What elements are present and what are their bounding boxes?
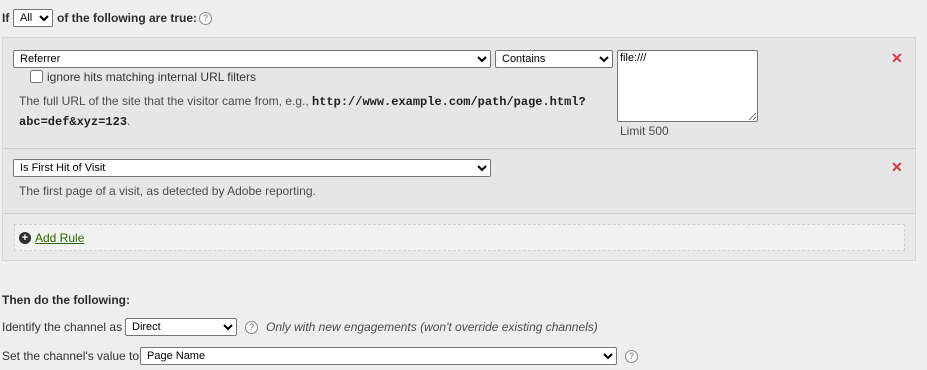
rule-first-hit: Is First Hit of Visit The first page of …: [3, 149, 915, 214]
description-period: .: [127, 114, 131, 128]
help-icon[interactable]: ?: [625, 350, 638, 363]
channel-note: Only with new engagements (won't overrid…: [266, 320, 598, 334]
help-icon[interactable]: ?: [245, 321, 258, 334]
rule-field-select[interactable]: Is First Hit of Visit: [13, 159, 491, 177]
example-url-line2: abc=def&xyz=123: [19, 115, 128, 129]
rule-description: The full URL of the site that the visito…: [19, 92, 619, 132]
rule-value-textarea[interactable]: file:///: [617, 50, 758, 122]
if-label: If: [2, 11, 10, 25]
plus-circle-icon[interactable]: +: [19, 232, 31, 244]
value-label: Set the channel's value to: [2, 349, 140, 363]
rules-container: Referrer Contains file:/// Limit 500 ign…: [2, 37, 916, 261]
rule-description: The first page of a visit, as detected b…: [19, 184, 316, 198]
help-icon[interactable]: ?: [199, 12, 212, 25]
rule-operator-select[interactable]: Contains: [495, 50, 613, 68]
condition-suffix: of the following are true:: [57, 11, 197, 25]
delete-rule-icon[interactable]: ✕: [891, 160, 903, 174]
add-rule-link[interactable]: Add Rule: [35, 231, 84, 245]
rule-description-text: The full URL of the site that the visito…: [19, 94, 309, 108]
delete-rule-icon[interactable]: ✕: [891, 51, 903, 65]
channel-label: Identify the channel as: [2, 320, 123, 334]
value-limit-label: Limit 500: [620, 124, 669, 138]
ignore-internal-label: ignore hits matching internal URL filter…: [47, 70, 256, 84]
actions-heading: Then do the following:: [2, 293, 130, 307]
example-url-line1: http://www.example.com/path/page.html?: [312, 95, 586, 109]
rule-field-select[interactable]: Referrer: [13, 50, 491, 68]
rule-referrer: Referrer Contains file:/// Limit 500 ign…: [3, 38, 915, 149]
channel-value-select[interactable]: Page Name: [140, 347, 617, 365]
add-rule-row: + Add Rule: [14, 224, 905, 251]
channel-select[interactable]: Direct: [125, 318, 237, 336]
ignore-internal-checkbox[interactable]: [30, 70, 43, 83]
match-type-select[interactable]: All: [13, 9, 53, 27]
